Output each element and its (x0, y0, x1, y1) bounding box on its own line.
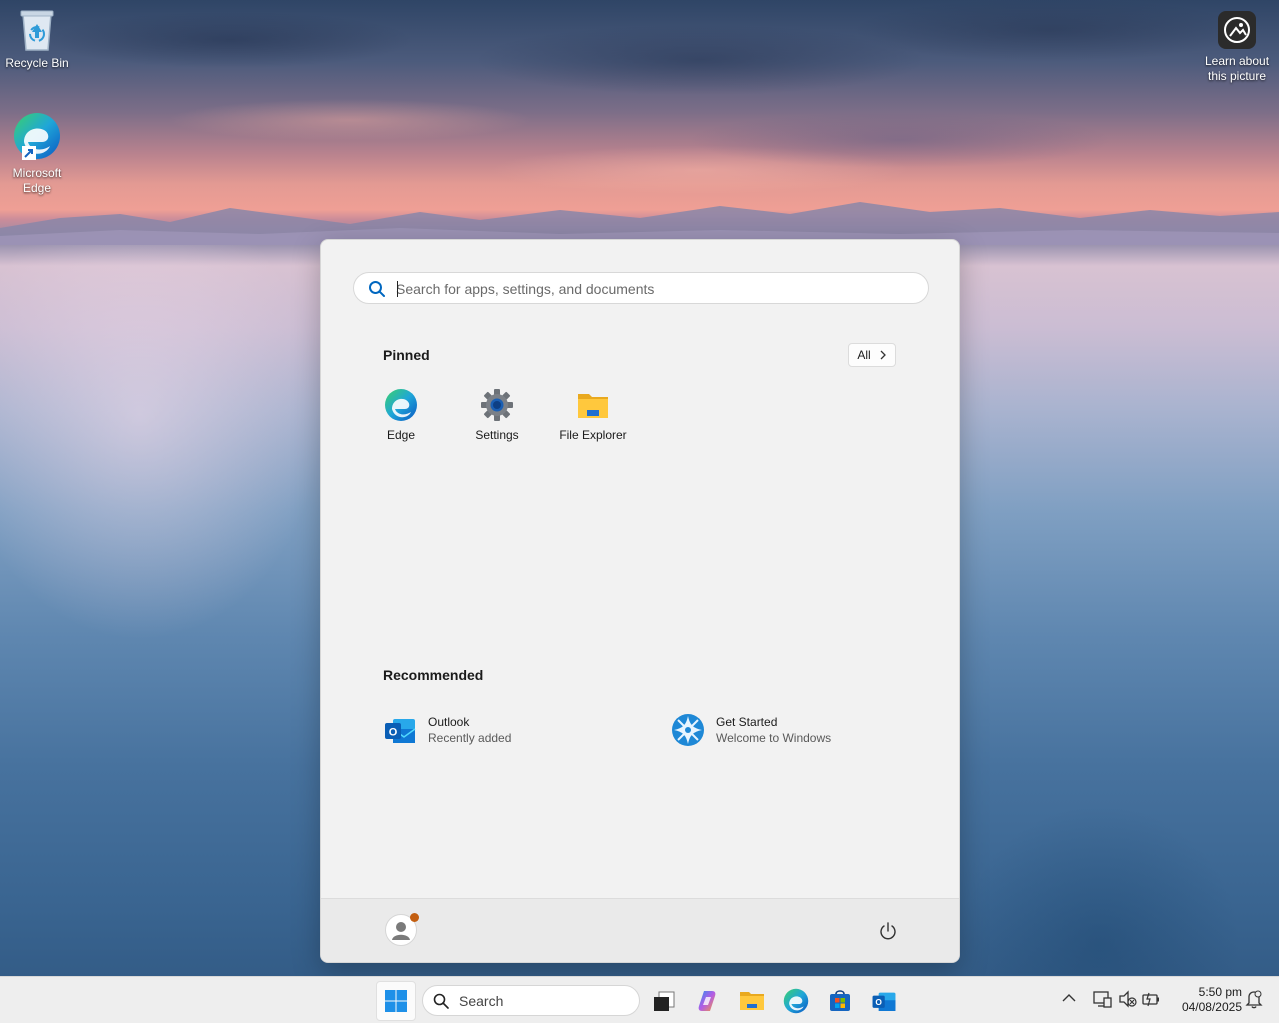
start-menu: Pinned All Edge (320, 239, 960, 963)
clock-date: 04/08/2025 (1181, 1000, 1242, 1014)
store-button[interactable] (820, 981, 860, 1021)
notification-icon[interactable] (1245, 989, 1263, 1009)
taskbar: Search O 5:50 pm 04/08/2025 (0, 976, 1279, 1023)
taskbar-search[interactable]: Search (422, 985, 640, 1016)
chevron-up-icon[interactable] (1062, 993, 1076, 1003)
search-icon (369, 281, 385, 297)
recommended-item-title: Outlook (428, 715, 470, 729)
copilot-icon (698, 991, 716, 1011)
recommended-item-subtitle: Welcome to Windows (716, 731, 832, 745)
notification-dot (410, 913, 419, 922)
taskbar-clock[interactable]: 5:50 pm 04/08/2025 (1166, 985, 1242, 1015)
desktop-icon-edge[interactable]: Microsoft Edge (0, 112, 74, 196)
start-search-box[interactable] (353, 272, 929, 304)
pinned-app-settings[interactable]: Settings (451, 388, 543, 448)
task-view-button[interactable] (644, 981, 684, 1021)
start-icon (385, 990, 407, 1012)
clock-time: 5:50 pm (1198, 985, 1242, 999)
get-started-icon (672, 714, 704, 746)
svg-text:O: O (389, 727, 398, 739)
pinned-app-file-explorer[interactable]: File Explorer (547, 388, 639, 448)
battery-icon[interactable] (1141, 989, 1161, 1009)
edge-icon (783, 988, 809, 1014)
pinned-app-label: Settings (475, 428, 519, 442)
network-icon[interactable] (1092, 989, 1112, 1009)
outlook-icon: O (385, 719, 416, 743)
desktop-icon-label: Learn about this picture (1204, 54, 1270, 83)
pinned-app-edge[interactable]: Edge (355, 388, 447, 448)
start-search-input[interactable] (396, 277, 916, 301)
pinned-title: Pinned (383, 347, 430, 363)
svg-text:O: O (875, 997, 882, 1007)
search-icon (433, 993, 449, 1009)
store-icon (830, 990, 850, 1011)
pinned-app-label: Edge (386, 428, 416, 442)
pinned-app-label: File Explorer (559, 428, 627, 442)
edge-taskbar-button[interactable] (776, 981, 816, 1021)
file-explorer-button[interactable] (732, 981, 772, 1021)
copilot-button[interactable] (688, 981, 728, 1021)
power-icon[interactable] (878, 921, 898, 941)
outlook-icon: O (872, 992, 896, 1011)
taskbar-search-label: Search (459, 992, 504, 1009)
recommended-title: Recommended (383, 667, 484, 683)
folder-icon (578, 394, 608, 418)
settings-gear-icon (481, 389, 513, 421)
desktop-icon-recycle-bin[interactable]: Recycle Bin (0, 8, 74, 71)
outlook-taskbar-button[interactable]: O (864, 981, 904, 1021)
edge-icon (14, 113, 60, 160)
desktop-icon-learn-about-picture[interactable]: Learn about this picture (1199, 10, 1275, 84)
user-avatar-button[interactable] (385, 913, 419, 946)
edge-icon (385, 389, 417, 421)
recommended-item-subtitle: Recently added (428, 731, 512, 745)
recommended-item-get-started[interactable]: Get Started Welcome to Windows (671, 710, 831, 750)
wallpaper-clouds (0, 0, 1279, 215)
desktop-icon-label: Recycle Bin (5, 56, 69, 70)
text-caret (397, 281, 398, 297)
volume-muted-icon[interactable] (1118, 989, 1138, 1009)
task-view-icon (654, 991, 675, 1011)
chevron-right-icon (880, 350, 886, 360)
spotlight-icon (1218, 11, 1256, 49)
start-menu-footer (321, 898, 959, 962)
recycle-bin-icon (20, 10, 54, 51)
all-apps-label: All (857, 348, 871, 362)
desktop-icon-label: Microsoft Edge (12, 166, 62, 195)
recommended-item-outlook[interactable]: O Outlook Recently added (383, 710, 511, 750)
all-apps-button[interactable]: All (848, 343, 896, 367)
start-button[interactable] (376, 981, 416, 1021)
recommended-item-title: Get Started (716, 715, 778, 729)
file-explorer-icon (740, 992, 764, 1010)
